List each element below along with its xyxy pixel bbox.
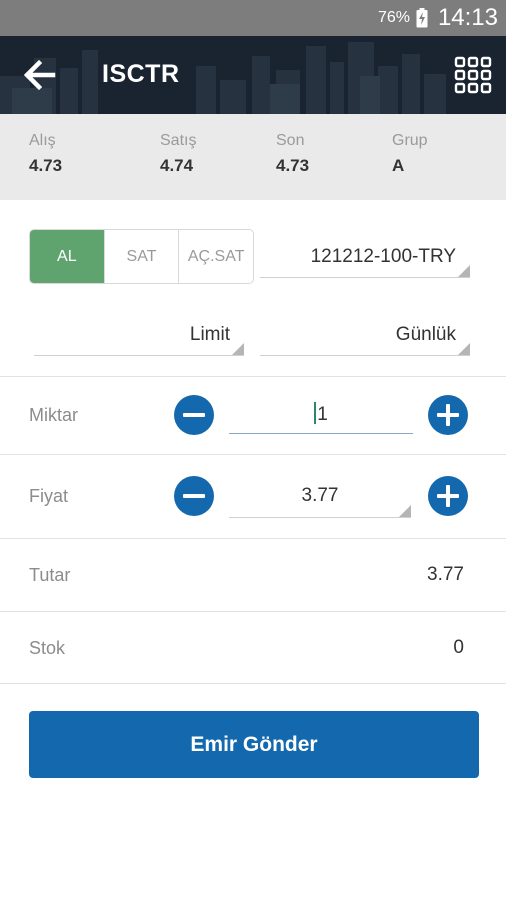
account-dropdown[interactable]: 121212-100-TRY xyxy=(260,238,470,278)
quote-value: 4.73 xyxy=(29,156,63,175)
price-decrease-button[interactable] xyxy=(174,476,214,516)
quote-ask: Satış 4.74 xyxy=(160,132,196,176)
submit-order-button[interactable]: Emir Gönder xyxy=(29,711,479,778)
back-arrow-icon[interactable] xyxy=(22,58,56,92)
quote-label: Satış xyxy=(160,132,197,149)
validity-dropdown[interactable]: Günlük xyxy=(260,316,470,356)
stock-value: 0 xyxy=(453,637,464,658)
dropdown-arrow-icon xyxy=(458,343,470,355)
app-bar: ISCTR xyxy=(0,36,506,114)
plus-icon xyxy=(446,404,450,426)
battery-charging-icon xyxy=(416,8,428,28)
quote-label: Alış xyxy=(29,132,56,149)
quantity-input[interactable]: 1 xyxy=(229,392,413,434)
dropdown-arrow-icon xyxy=(399,505,411,517)
price-increase-button[interactable] xyxy=(428,476,468,516)
minus-icon xyxy=(183,494,205,498)
dropdown-arrow-icon xyxy=(232,343,244,355)
clock: 14:13 xyxy=(437,4,498,31)
total-label: Tutar xyxy=(29,565,71,585)
grid-menu-icon[interactable] xyxy=(454,56,492,94)
price-dropdown[interactable]: 3.77 xyxy=(229,476,411,518)
divider xyxy=(0,538,506,539)
order-type-value: Limit xyxy=(189,324,230,345)
order-type-dropdown[interactable]: Limit xyxy=(34,316,244,356)
plus-icon xyxy=(446,485,450,507)
page-title: ISCTR xyxy=(102,60,180,88)
quote-bid: Alış 4.73 xyxy=(29,132,62,176)
quantity-label: Miktar xyxy=(29,405,78,425)
quote-label: Grup xyxy=(392,132,428,149)
side-short-sell-button[interactable]: AÇ.SAT xyxy=(179,230,253,283)
account-value: 121212-100-TRY xyxy=(310,246,456,267)
quote-value: 4.73 xyxy=(276,156,310,175)
quote-last: Son 4.73 xyxy=(276,132,309,176)
dropdown-arrow-icon xyxy=(458,265,470,277)
price-value: 3.77 xyxy=(301,485,339,506)
battery-percent: 76% xyxy=(377,9,410,26)
quote-value: A xyxy=(392,156,405,175)
quantity-decrease-button[interactable] xyxy=(174,395,214,435)
city-skyline-background xyxy=(0,42,446,114)
minus-icon xyxy=(183,413,205,417)
quote-label: Son xyxy=(276,132,305,149)
price-label: Fiyat xyxy=(29,486,69,506)
text-cursor xyxy=(314,402,317,424)
stock-label: Stok xyxy=(29,638,66,658)
divider xyxy=(0,683,506,684)
quote-summary: Alış 4.73 Satış 4.74 Son 4.73 Grup A xyxy=(0,114,506,200)
divider xyxy=(0,454,506,455)
validity-value: Günlük xyxy=(395,324,456,345)
side-buy-button[interactable]: AL xyxy=(30,230,105,283)
quantity-increase-button[interactable] xyxy=(428,395,468,435)
divider xyxy=(0,611,506,612)
status-bar: 76% 14:13 xyxy=(0,0,506,36)
quote-group: Grup A xyxy=(392,132,428,176)
side-sell-button[interactable]: SAT xyxy=(105,230,180,283)
order-side-selector: AL SAT AÇ.SAT xyxy=(29,229,254,284)
total-value: 3.77 xyxy=(427,564,464,585)
quantity-value: 1 xyxy=(317,404,328,425)
quote-value: 4.74 xyxy=(160,156,194,175)
divider xyxy=(0,376,506,377)
